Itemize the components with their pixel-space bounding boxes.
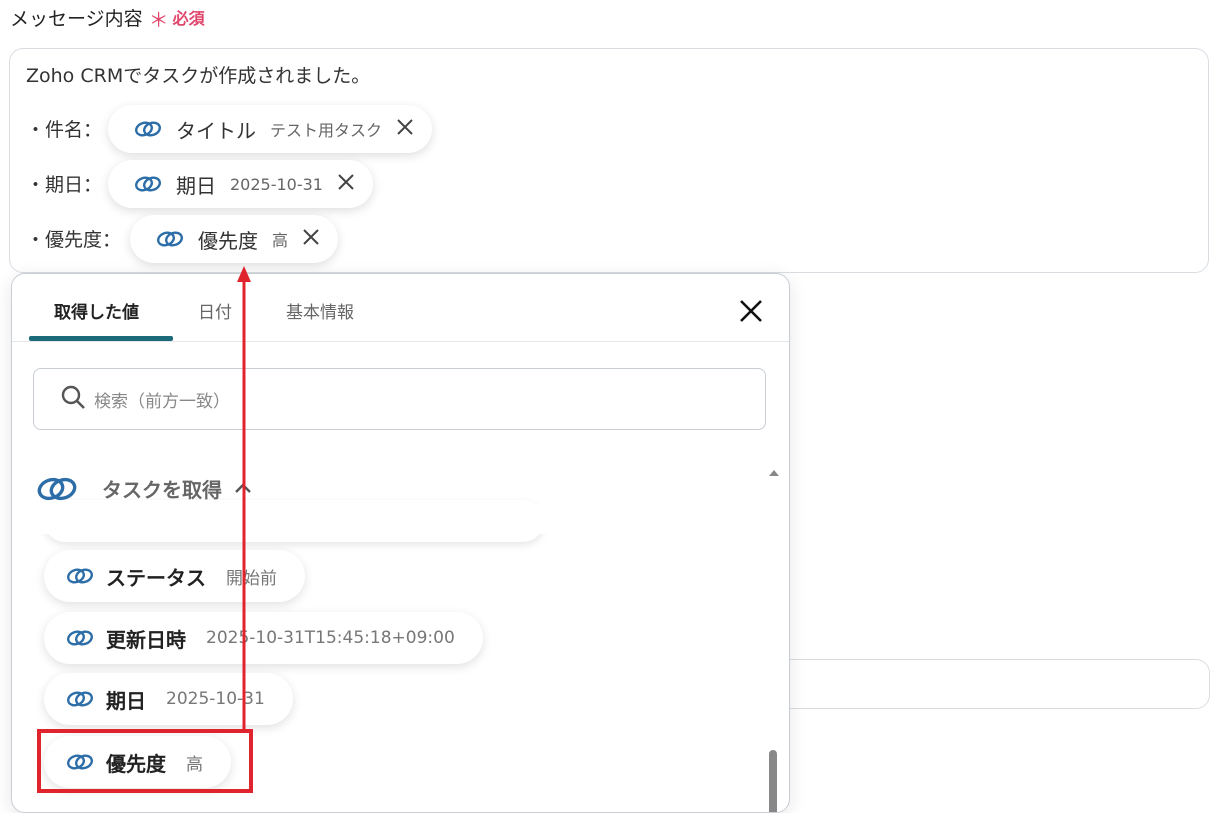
token-pill-priority[interactable]: 優先度 高: [130, 215, 339, 263]
scrollbar[interactable]: [766, 462, 780, 812]
item-name: 更新日時: [106, 627, 186, 652]
search-icon: [60, 384, 86, 414]
token-name: 期日: [176, 173, 216, 198]
token-value: テスト用タスク: [270, 121, 383, 140]
item-value: 開始前: [226, 568, 277, 589]
zoho-link-icon: [66, 690, 94, 708]
field-label-row: メッセージ内容 ＊ 必須: [10, 4, 205, 33]
token-name: 優先度: [198, 228, 258, 253]
message-textarea[interactable]: Zoho CRMでタスクが作成されました。 ・件名： タイトル テスト用タスク …: [9, 48, 1209, 273]
required-label: 必須: [172, 9, 205, 28]
zoho-link-icon: [66, 753, 94, 771]
token-name: タイトル: [176, 118, 256, 143]
field-label: メッセージ内容: [10, 7, 143, 30]
close-icon[interactable]: [337, 173, 355, 195]
item-value: 2025-10-31: [166, 689, 265, 709]
line-prefix-subject: ・件名：: [26, 119, 103, 141]
zoho-link-icon: [66, 629, 94, 647]
tab-bar: 取得した値 日付 基本情報: [12, 274, 789, 342]
group-title: タスクを取得: [102, 478, 222, 502]
close-icon[interactable]: [302, 228, 320, 250]
item-value: 2025-10-31T15:45:18+09:00: [206, 628, 455, 648]
line-prefix-due: ・期日：: [26, 174, 103, 196]
token-pill-title[interactable]: タイトル テスト用タスク: [108, 105, 433, 153]
group-header-get-task[interactable]: タスクを取得: [36, 474, 252, 503]
line-prefix-priority: ・優先度：: [26, 229, 122, 251]
token-pill-due-date[interactable]: 期日 2025-10-31: [108, 160, 373, 208]
chevron-up-icon[interactable]: [234, 479, 252, 498]
token-value: 2025-10-31: [230, 174, 323, 194]
list-item-priority[interactable]: 優先度 高: [44, 736, 231, 788]
search-placeholder: 検索（前方一致）: [94, 391, 230, 412]
list-item-due-date[interactable]: 期日 2025-10-31: [44, 673, 293, 725]
list-item-status[interactable]: ステータス 開始前: [44, 550, 305, 602]
close-icon[interactable]: [396, 118, 414, 140]
search-input[interactable]: 検索（前方一致）: [33, 368, 766, 430]
token-value: 高: [272, 231, 289, 250]
tab-basic-info[interactable]: 基本情報: [286, 298, 354, 323]
list-item-updated-at[interactable]: 更新日時 2025-10-31T15:45:18+09:00: [44, 612, 483, 664]
zoho-link-icon: [134, 120, 162, 138]
next-input-field[interactable]: [770, 659, 1210, 709]
tab-date[interactable]: 日付: [198, 298, 232, 323]
message-first-line: Zoho CRMでタスクが作成されました。: [26, 65, 371, 87]
item-value: 高: [186, 754, 203, 775]
required-asterisk: ＊: [148, 8, 169, 32]
tab-retrieved-values[interactable]: 取得した値: [54, 298, 139, 323]
scroll-thumb[interactable]: [769, 750, 777, 812]
close-icon[interactable]: [738, 298, 764, 324]
active-tab-indicator: [29, 336, 173, 341]
zoho-link-icon: [66, 567, 94, 585]
scroll-up-arrow-icon[interactable]: [768, 462, 780, 481]
zoho-link-icon: [36, 475, 78, 503]
item-name: ステータス: [106, 565, 206, 590]
item-name: 優先度: [106, 751, 166, 776]
zoho-link-icon: [134, 175, 162, 193]
list-top-mask: [12, 504, 772, 534]
zoho-link-icon: [156, 230, 184, 248]
value-picker-panel: 取得した値 日付 基本情報 検索（前方一致） タスクを取得 ステータス 開始前: [11, 273, 790, 813]
item-name: 期日: [106, 688, 146, 713]
